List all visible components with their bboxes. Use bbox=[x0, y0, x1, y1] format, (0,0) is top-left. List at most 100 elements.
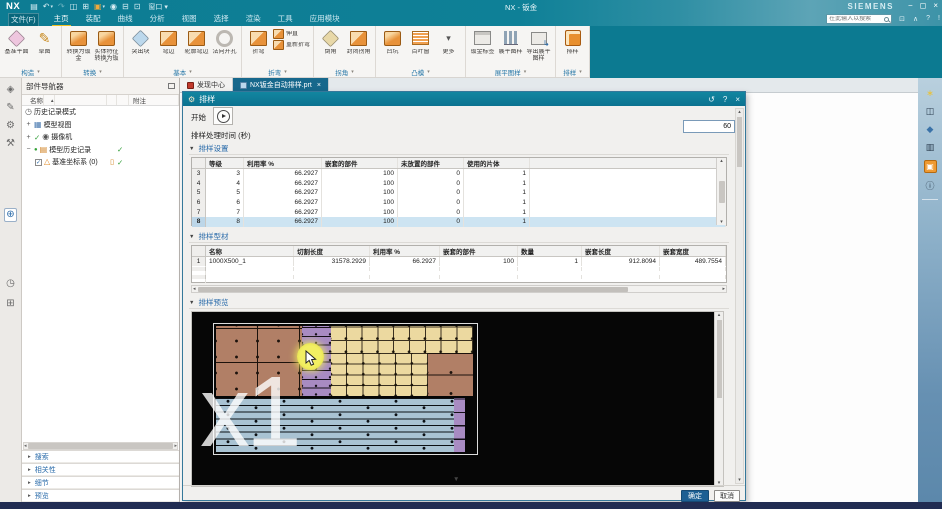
tool-more[interactable]: 更多 bbox=[435, 28, 462, 56]
header-cell[interactable]: 使用的片体 bbox=[464, 158, 530, 168]
ribbon-group-label[interactable]: 拐角▾ bbox=[315, 66, 374, 77]
menu-item-tools[interactable]: 工具 bbox=[276, 13, 295, 27]
settings-row[interactable]: 4466.292710001 bbox=[192, 179, 726, 189]
tool-export-flat-pattern[interactable]: 导出展平图样 bbox=[525, 28, 552, 62]
window-layout-icon[interactable]: ⊡ bbox=[134, 3, 141, 11]
processing-time-input[interactable] bbox=[683, 120, 735, 133]
header-cell[interactable]: 数量 bbox=[518, 246, 582, 256]
expander-icon[interactable]: + bbox=[25, 134, 32, 141]
tree-row-history-mode[interactable]: ◷历史记录模式 bbox=[22, 106, 179, 119]
header-cell[interactable]: 等级 bbox=[206, 158, 244, 168]
tool-dimple[interactable]: 凹坑 bbox=[379, 28, 406, 56]
menu-item-curve[interactable]: 曲线 bbox=[116, 13, 135, 27]
navigator-section-search[interactable]: ▸搜索 bbox=[22, 450, 179, 463]
tool-solid-feature-to-sheet-metal[interactable]: 实体特征转换为钣金 bbox=[93, 28, 120, 62]
scrollbar-thumb[interactable] bbox=[719, 181, 725, 203]
header-cell[interactable]: 嵌套长度 bbox=[582, 246, 660, 256]
tool-chamfer[interactable]: 倒角 bbox=[317, 28, 344, 56]
window-menu[interactable]: 窗口 ▾ bbox=[148, 2, 167, 12]
tab-part-nx-sheet-metal-auto-nesting[interactable]: NX钣金自动排样.prt× bbox=[233, 78, 329, 92]
group-dropdown-icon[interactable]: ▾ bbox=[284, 69, 287, 75]
ribbon-group-label[interactable]: 基本▾ bbox=[125, 66, 240, 77]
scrollbar-thumb[interactable] bbox=[717, 320, 722, 398]
menu-item-view[interactable]: 视图 bbox=[180, 13, 199, 27]
search-field[interactable] bbox=[826, 14, 892, 24]
group-dropdown-icon[interactable]: ▾ bbox=[524, 69, 527, 75]
scroll-right-icon[interactable]: ▸ bbox=[722, 286, 725, 292]
tool-flange[interactable]: 弯边 bbox=[155, 28, 182, 56]
ribbon-group-label[interactable]: 转换▾ bbox=[63, 66, 122, 77]
menu-item-home[interactable]: 主页 bbox=[52, 13, 71, 27]
header-cell[interactable]: 利用率 % bbox=[370, 246, 440, 256]
tool-normal-cutout[interactable]: 法向开孔 bbox=[211, 28, 238, 56]
nesting-icon[interactable]: ▣ bbox=[924, 160, 937, 173]
scroll-down-icon[interactable]: ▾ bbox=[738, 477, 741, 483]
column-comment[interactable]: 附注 bbox=[129, 95, 179, 105]
header-cell[interactable]: 嵌套的部件 bbox=[440, 246, 518, 256]
help-icon[interactable]: ? bbox=[926, 15, 930, 23]
cancel-button[interactable]: 取消 bbox=[714, 490, 740, 502]
datum-display-icon[interactable]: ◆ bbox=[927, 124, 934, 134]
search-input[interactable] bbox=[829, 16, 881, 22]
header-cell[interactable]: 名称 bbox=[206, 246, 294, 256]
dropdown-caret-icon[interactable]: ▾ bbox=[50, 3, 53, 11]
fit-window-icon[interactable]: ⊡ bbox=[899, 15, 905, 23]
dialog-collapse-arrow[interactable]: ▼ bbox=[453, 476, 459, 483]
section-settings[interactable]: ▼ 排样设置 bbox=[189, 143, 729, 155]
ribbon-group-label[interactable]: 展平图样▾ bbox=[467, 66, 554, 77]
copy-icon[interactable]: ◫ bbox=[70, 3, 78, 11]
column-badge[interactable] bbox=[107, 95, 117, 105]
minimize-ribbon-icon[interactable]: ∧ bbox=[913, 15, 918, 23]
start-button[interactable] bbox=[213, 107, 233, 125]
menu-item-file[interactable]: 文件(F) bbox=[8, 13, 39, 27]
tool-unbend[interactable]: 伸直 bbox=[273, 29, 310, 39]
tool-tab[interactable]: 突出块 bbox=[127, 28, 154, 56]
tool-convert-to-sheet-metal[interactable]: 转换为钣金 bbox=[65, 28, 92, 62]
group-dropdown-icon[interactable]: ▾ bbox=[189, 69, 192, 75]
ribbon-group-label[interactable]: 排样▾ bbox=[557, 66, 588, 77]
flat-pattern-view-icon[interactable]: ▥ bbox=[926, 142, 935, 152]
scroll-right-icon[interactable]: ▸ bbox=[174, 443, 177, 449]
menu-item-render[interactable]: 渲染 bbox=[244, 13, 263, 27]
scroll-up-icon[interactable]: ▴ bbox=[738, 109, 741, 115]
checkbox[interactable]: ✓ bbox=[35, 159, 42, 166]
close-button[interactable]: × bbox=[933, 1, 938, 10]
tree-row-datum-csys[interactable]: ✓△基准坐标系 (0)▯✓ bbox=[22, 156, 179, 169]
header-cell[interactable]: 利用率 % bbox=[244, 158, 322, 168]
section-materials[interactable]: ▼ 排样型材 bbox=[189, 231, 729, 243]
ribbon-group-label[interactable]: 构造▾ bbox=[1, 66, 60, 77]
column-check[interactable] bbox=[117, 95, 129, 105]
menu-item-assemblies[interactable]: 装配 bbox=[84, 13, 103, 27]
scrollbar-thumb[interactable] bbox=[198, 287, 628, 292]
tree-row-model-views[interactable]: +▦模型视图 bbox=[22, 119, 179, 132]
touch-mode-icon[interactable]: ⊟ bbox=[122, 3, 129, 11]
group-dropdown-icon[interactable]: ▾ bbox=[351, 69, 354, 75]
material-row[interactable]: 11000X500_131578.292966.29271001912.8094… bbox=[192, 257, 726, 267]
scroll-left-icon[interactable]: ◂ bbox=[24, 443, 27, 449]
redo-icon[interactable]: ↷ bbox=[58, 3, 65, 11]
restore-button[interactable]: ◻ bbox=[920, 1, 927, 10]
minimize-button[interactable]: − bbox=[908, 1, 913, 10]
navigator-horizontal-scrollbar[interactable]: ◂ ▸ bbox=[23, 442, 178, 450]
scroll-down-icon[interactable]: ▾ bbox=[720, 219, 723, 225]
settings-row[interactable]: 8866.292710001 bbox=[192, 217, 726, 227]
settings-row[interactable]: 6666.292710001 bbox=[192, 198, 726, 208]
alerts-icon[interactable]: ! bbox=[938, 15, 940, 23]
tool-rebend[interactable]: 重新折弯 bbox=[273, 40, 310, 50]
preview-scrollbar[interactable]: ▴ ▾ bbox=[714, 312, 723, 486]
microphone-icon[interactable]: ◉ bbox=[110, 3, 117, 11]
materials-table-scrollbar[interactable]: ◂ ▸ bbox=[191, 285, 727, 293]
tree-row-model-history[interactable]: −●▤模型历史记录✓ bbox=[22, 144, 179, 157]
assembly-navigator-icon[interactable]: ◈ bbox=[7, 84, 15, 96]
navigator-section-preview[interactable]: ▸预览 bbox=[22, 489, 179, 502]
reuse-library-icon[interactable]: ⚒ bbox=[6, 138, 15, 150]
scroll-up-icon[interactable]: ▴ bbox=[720, 158, 723, 164]
dialog-scrollbar[interactable]: ▴ ▾ bbox=[735, 108, 744, 484]
tab-close-icon[interactable]: × bbox=[317, 82, 321, 89]
paste-icon[interactable]: ⊞ bbox=[82, 3, 89, 11]
part-navigator-icon[interactable]: ⚙ bbox=[6, 120, 15, 132]
history-icon[interactable]: ◷ bbox=[6, 278, 15, 290]
layer-settings-icon[interactable]: ◫ bbox=[926, 106, 935, 116]
ribbon-group-label[interactable]: 凸模▾ bbox=[377, 66, 464, 77]
tool-sketch[interactable]: 草图 bbox=[31, 28, 58, 56]
